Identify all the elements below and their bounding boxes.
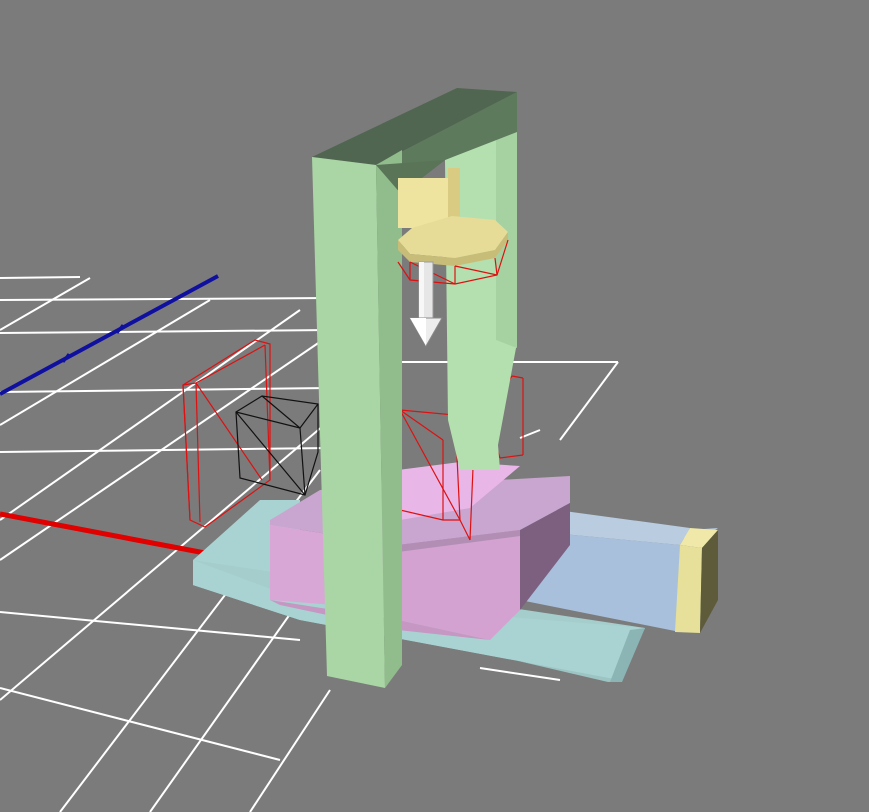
x-axis-line (0, 511, 206, 556)
3d-viewport[interactable] (0, 0, 869, 812)
z-axis-line (0, 274, 219, 396)
world-axes (0, 274, 219, 556)
dummy-helper-box[interactable] (235, 395, 319, 496)
selection-wire-left[interactable] (182, 339, 271, 528)
tool-arrow[interactable] (409, 261, 443, 348)
slide-end-cap[interactable] (675, 528, 718, 633)
